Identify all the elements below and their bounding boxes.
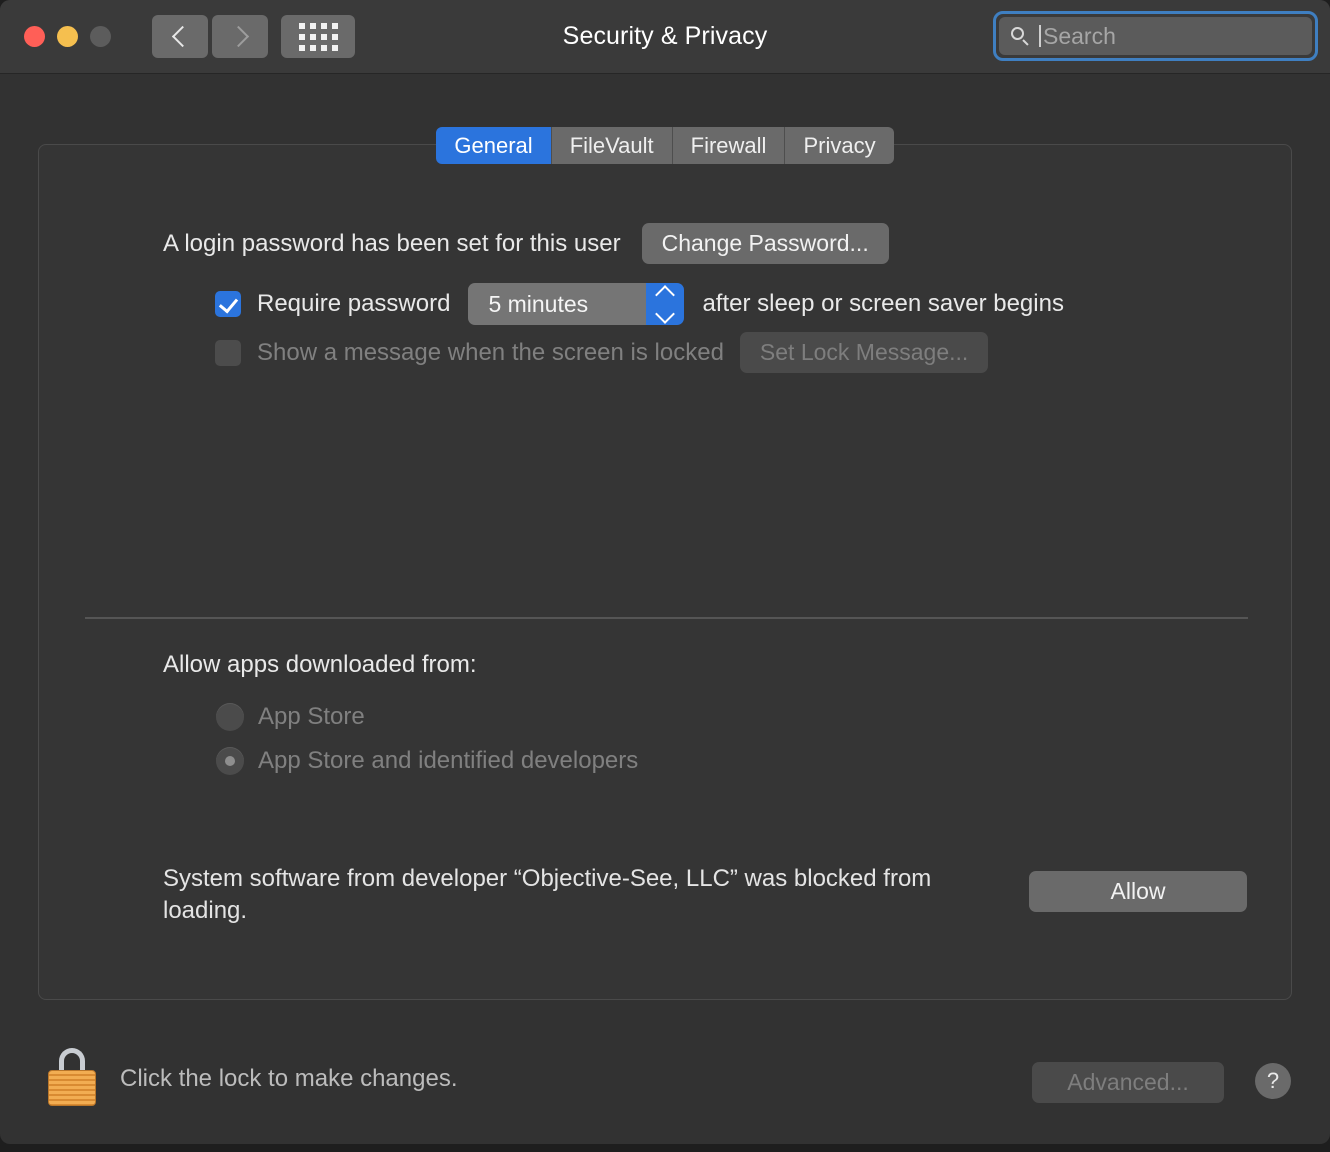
password-status-row: A login password has been set for this u… [163, 223, 889, 264]
lock-message-row: Show a message when the screen is locked… [215, 332, 989, 373]
set-lock-message-button[interactable]: Set Lock Message... [739, 332, 989, 373]
section-divider [85, 617, 1248, 619]
allow-apps-heading-row: Allow apps downloaded from: [163, 651, 477, 679]
radio-app-store-label: App Store [258, 703, 365, 730]
advanced-button[interactable]: Advanced... [1032, 1062, 1224, 1103]
blocked-software-message: System software from developer “Objectiv… [163, 865, 932, 924]
lock-message-label: Show a message when the screen is locked [257, 338, 724, 366]
radio-identified-developers-label: App Store and identified developers [258, 747, 639, 774]
help-button[interactable]: ? [1255, 1063, 1291, 1099]
chevron-up-icon [655, 284, 676, 305]
general-panel: A login password has been set for this u… [38, 144, 1292, 1000]
tab-general[interactable]: General [436, 127, 552, 164]
window-titlebar: Security & Privacy Search [0, 0, 1330, 74]
require-password-interval-popup[interactable]: 5 minutes [468, 283, 685, 325]
blocked-software-row: System software from developer “Objectiv… [163, 863, 1013, 927]
radio-app-store-identified-developers[interactable] [216, 747, 244, 775]
interval-value: 5 minutes [468, 283, 647, 325]
chevron-down-icon [655, 303, 676, 324]
lock-hint-text: Click the lock to make changes. [120, 1065, 458, 1092]
interval-stepper[interactable] [646, 283, 685, 325]
text-caret [1039, 25, 1041, 47]
allow-apps-heading: Allow apps downloaded from: [163, 651, 477, 678]
password-status-label: A login password has been set for this u… [163, 229, 621, 257]
lock-message-checkbox[interactable] [215, 339, 241, 366]
require-password-suffix-label: after sleep or screen saver begins [702, 290, 1064, 317]
lock-body-icon [48, 1070, 96, 1106]
allow-button[interactable]: Allow [1029, 871, 1247, 912]
radio-app-store[interactable] [216, 703, 244, 731]
tab-filevault[interactable]: FileVault [551, 127, 673, 164]
require-password-label: Require password [257, 290, 451, 317]
radio-identified-developers-row[interactable]: App Store and identified developers [216, 747, 638, 775]
search-input[interactable]: Search [999, 17, 1312, 55]
search-icon [1011, 26, 1030, 46]
security-privacy-window: Security & Privacy Search General FileVa… [0, 0, 1330, 1144]
tab-privacy[interactable]: Privacy [785, 127, 894, 164]
radio-app-store-row[interactable]: App Store [216, 703, 365, 731]
search-field-wrapper[interactable]: Search [993, 11, 1318, 61]
tab-bar: General FileVault Firewall Privacy [0, 127, 1330, 164]
require-password-checkbox[interactable] [215, 291, 241, 317]
lock-button[interactable] [48, 1048, 96, 1106]
tab-firewall[interactable]: Firewall [672, 127, 786, 164]
search-placeholder: Search [1043, 22, 1116, 49]
change-password-button[interactable]: Change Password... [641, 223, 889, 264]
require-password-row: Require password 5 minutes after sleep o… [215, 283, 1064, 325]
